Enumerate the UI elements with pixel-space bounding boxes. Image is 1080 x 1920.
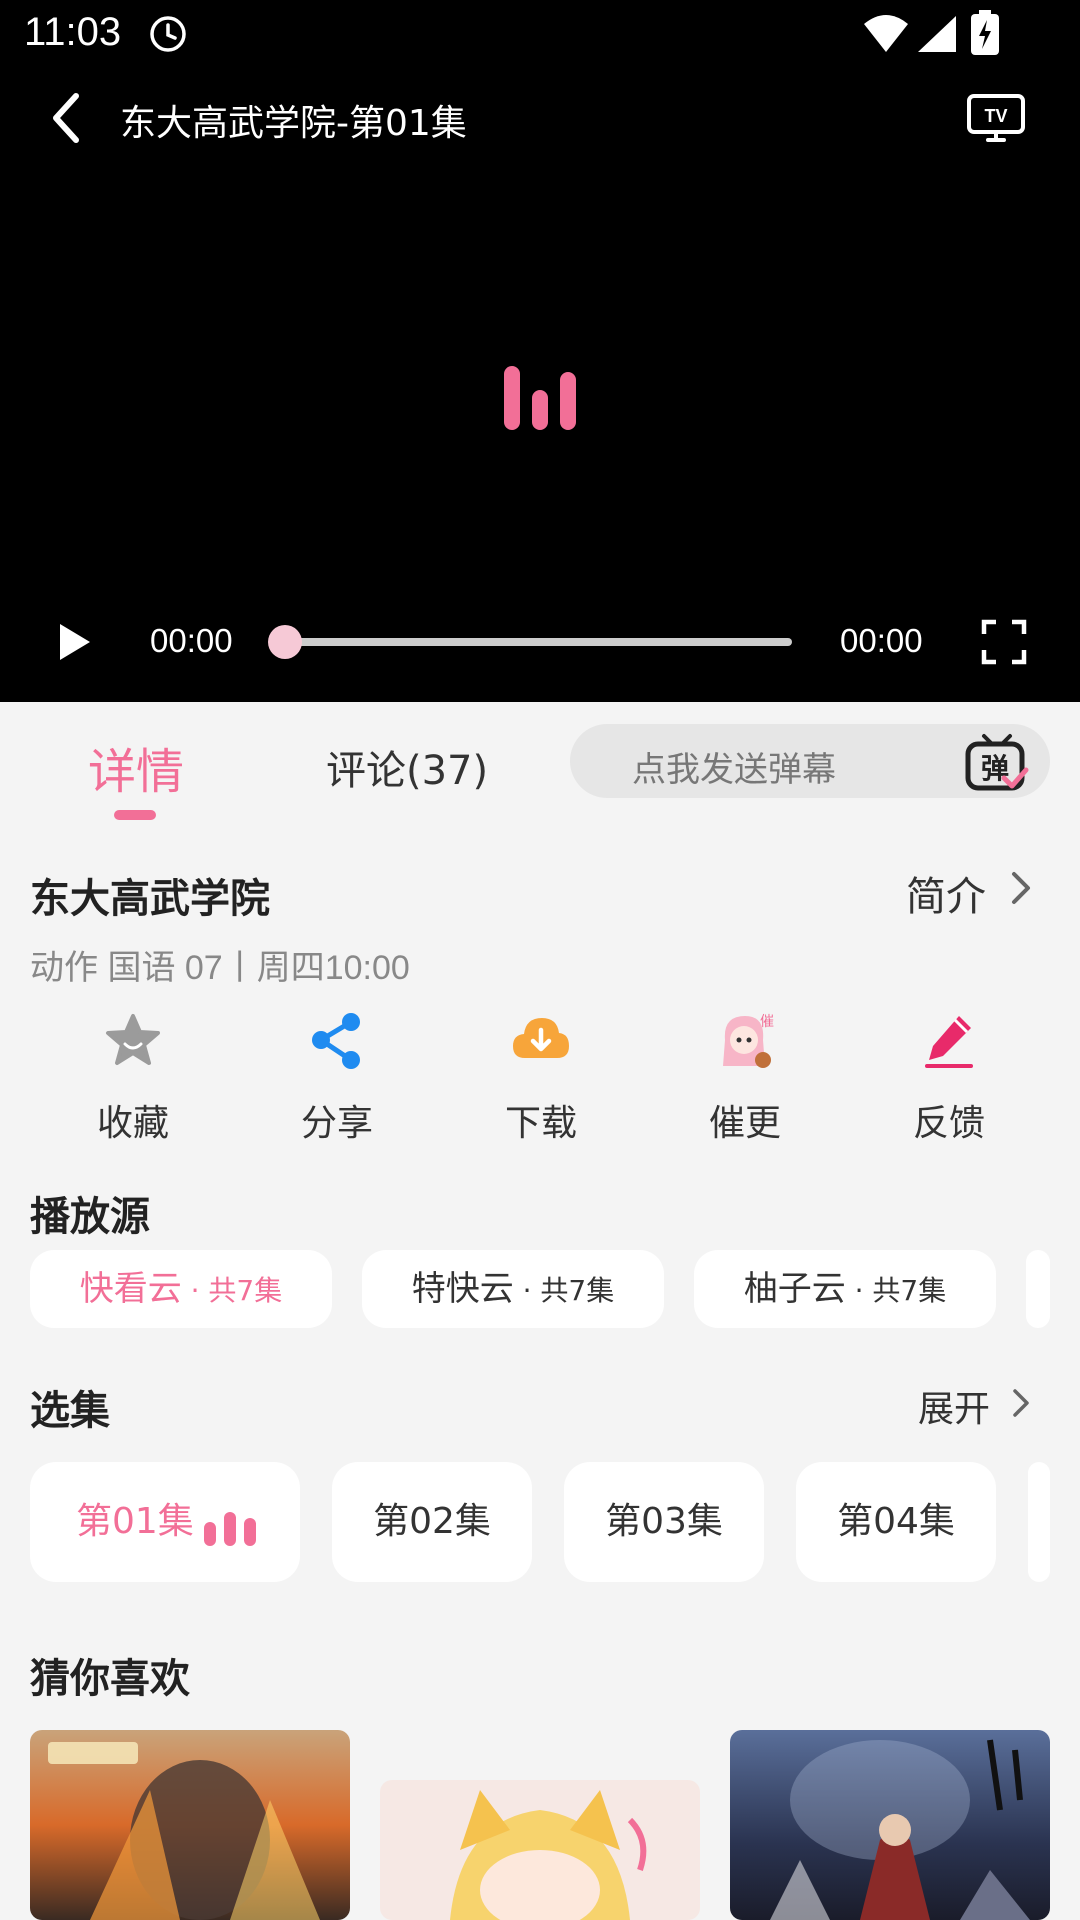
share-label: 分享 bbox=[300, 1103, 373, 1144]
sources-section-title: 播放源 bbox=[30, 1194, 150, 1240]
episodes-section-title: 选集 bbox=[30, 1388, 110, 1434]
urge-update-label: 催更 bbox=[708, 1103, 781, 1144]
episode-chip[interactable]: 第02集 bbox=[332, 1462, 532, 1582]
episode-chip[interactable]: 第04集 bbox=[796, 1462, 996, 1582]
back-arrow-icon[interactable] bbox=[40, 88, 96, 148]
fullscreen-icon[interactable] bbox=[980, 618, 1028, 666]
source-count: · 共7集 bbox=[181, 1274, 283, 1307]
episode-chip[interactable]: 第03集 bbox=[564, 1462, 764, 1582]
chevron-right-icon[interactable] bbox=[1008, 1386, 1034, 1420]
video-player[interactable]: 11:03 东大高武学院-第01集 TV 00:00 00:00 bbox=[0, 0, 1080, 702]
source-name: 特快云 bbox=[411, 1269, 514, 1309]
current-time: 00:00 bbox=[150, 622, 233, 659]
download-label: 下载 bbox=[504, 1103, 577, 1144]
signal-icon bbox=[918, 16, 956, 52]
download-button[interactable]: 下载 bbox=[466, 1010, 616, 1144]
tab-details[interactable]: 详情 bbox=[88, 732, 184, 802]
star-icon bbox=[106, 1014, 160, 1065]
source-chip-overflow[interactable] bbox=[1026, 1250, 1050, 1328]
pencil-icon bbox=[925, 1016, 973, 1068]
expand-link[interactable]: 展开 bbox=[918, 1380, 990, 1432]
loading-bars-icon bbox=[500, 366, 580, 430]
cloud-download-icon bbox=[513, 1018, 569, 1058]
source-count: · 共7集 bbox=[513, 1274, 615, 1307]
episode-label: 第01集 bbox=[76, 1501, 194, 1542]
chevron-right-icon[interactable] bbox=[1006, 868, 1036, 908]
favorite-label: 收藏 bbox=[96, 1103, 169, 1144]
source-chip[interactable]: 快看云 · 共7集 bbox=[30, 1250, 332, 1328]
progress-thumb[interactable] bbox=[268, 625, 302, 659]
danmaku-placeholder: 点我发送弹幕 bbox=[632, 750, 836, 790]
svg-text:TV: TV bbox=[984, 106, 1007, 126]
recommend-card[interactable] bbox=[30, 1730, 350, 1920]
recommend-card[interactable] bbox=[380, 1780, 700, 1920]
intro-link[interactable]: 简介 bbox=[906, 864, 986, 922]
feedback-button[interactable]: 反馈 bbox=[874, 1010, 1024, 1144]
recommend-poster-image bbox=[30, 1730, 350, 1920]
tv-cast-icon[interactable]: TV bbox=[966, 90, 1026, 146]
source-name: 柚子云 bbox=[743, 1269, 846, 1309]
favorite-button[interactable]: 收藏 bbox=[58, 1010, 208, 1144]
danmaku-input[interactable]: 点我发送弹幕 弹 bbox=[570, 724, 1050, 798]
action-bar: 收藏 分享 下载 催 催更 反馈 bbox=[30, 1010, 1050, 1144]
video-title: 东大高武学院-第01集 bbox=[120, 103, 467, 144]
now-playing-bars-icon bbox=[202, 1512, 258, 1546]
recommend-section-title: 猜你喜欢 bbox=[30, 1656, 190, 1702]
recommend-poster-image bbox=[730, 1730, 1050, 1920]
play-icon[interactable] bbox=[54, 620, 94, 664]
total-time: 00:00 bbox=[840, 622, 923, 659]
episode-chip-overflow[interactable] bbox=[1028, 1462, 1050, 1582]
source-chip[interactable]: 特快云 · 共7集 bbox=[362, 1250, 664, 1328]
show-title: 东大高武学院 bbox=[30, 876, 270, 922]
feedback-label: 反馈 bbox=[912, 1103, 985, 1144]
progress-track[interactable] bbox=[286, 638, 792, 646]
source-name: 快看云 bbox=[79, 1269, 182, 1309]
recommend-card[interactable] bbox=[730, 1730, 1050, 1920]
episode-chip[interactable]: 第01集 bbox=[30, 1462, 300, 1582]
anime-girl-urge-icon: 催 bbox=[723, 1014, 774, 1068]
alarm-clock-icon bbox=[150, 16, 186, 52]
danmaku-toggle-icon[interactable]: 弹 bbox=[964, 732, 1030, 794]
tab-comments[interactable]: 评论(37) bbox=[326, 738, 488, 796]
wifi-icon bbox=[864, 15, 908, 52]
status-bar: 11:03 bbox=[0, 0, 1080, 72]
show-meta: 动作 国语 07丨周四10:00 bbox=[30, 949, 410, 987]
share-icon bbox=[312, 1013, 360, 1069]
recommend-poster-image bbox=[380, 1780, 700, 1920]
status-time: 11:03 bbox=[24, 10, 122, 54]
battery-charging-icon bbox=[971, 10, 999, 55]
svg-text:催: 催 bbox=[760, 1014, 774, 1030]
urge-update-button[interactable]: 催 催更 bbox=[670, 1010, 820, 1144]
tab-active-indicator bbox=[114, 810, 156, 820]
share-button[interactable]: 分享 bbox=[262, 1010, 412, 1144]
source-count: · 共7集 bbox=[845, 1274, 947, 1307]
source-chip[interactable]: 柚子云 · 共7集 bbox=[694, 1250, 996, 1328]
